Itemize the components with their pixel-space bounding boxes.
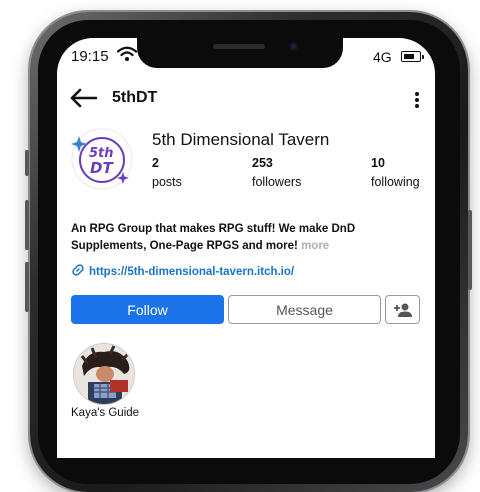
- stat-label: posts: [152, 175, 182, 189]
- svg-text:DT: DT: [90, 159, 114, 177]
- stat-value: 10: [371, 156, 385, 170]
- add-person-icon: [393, 303, 412, 317]
- network-label: 4G: [373, 49, 392, 65]
- app-screen: 19:15 4G 5thDT 5th DT 5th Dimensional Ta…: [57, 38, 435, 458]
- stat-value: 253: [252, 156, 273, 170]
- battery-icon: [401, 51, 424, 62]
- status-time: 19:15: [71, 48, 109, 65]
- profile-display-name: 5th Dimensional Tavern: [152, 130, 330, 149]
- highlight-cover-image: [74, 344, 134, 404]
- phone-side-button: [25, 150, 29, 176]
- wifi-icon: [117, 46, 137, 61]
- vertical-dots-icon[interactable]: [413, 90, 421, 110]
- stat-value: 2: [152, 156, 159, 170]
- arrow-left-icon[interactable]: [69, 88, 97, 108]
- link-icon: [72, 264, 84, 276]
- stat-followers[interactable]: 253 followers: [252, 156, 301, 189]
- follow-button[interactable]: Follow: [71, 295, 224, 324]
- avatar[interactable]: 5th DT: [71, 128, 133, 190]
- camera-icon: [289, 42, 298, 51]
- highlight-label: Kaya's Guide: [71, 407, 140, 419]
- notch: [137, 38, 343, 68]
- profile-username: 5thDT: [112, 89, 158, 106]
- profile-bio: An RPG Group that makes RPG stuff! We ma…: [71, 221, 371, 255]
- profile-link-text: https://5th-dimensional-tavern.itch.io/: [89, 266, 295, 278]
- profile-link[interactable]: https://5th-dimensional-tavern.itch.io/: [71, 263, 294, 278]
- phone-side-button: [25, 200, 29, 250]
- stat-following[interactable]: 10 following: [371, 156, 420, 189]
- phone-side-button: [25, 262, 29, 312]
- stat-label: following: [371, 175, 420, 189]
- stat-posts[interactable]: 2 posts: [152, 156, 182, 189]
- story-highlight[interactable]: [73, 343, 135, 405]
- add-person-button[interactable]: [385, 295, 420, 324]
- speaker-grille: [213, 44, 265, 49]
- phone-side-button: [468, 210, 472, 290]
- stat-label: followers: [252, 175, 302, 189]
- message-button[interactable]: Message: [228, 295, 381, 324]
- bio-more-link[interactable]: more: [301, 240, 329, 252]
